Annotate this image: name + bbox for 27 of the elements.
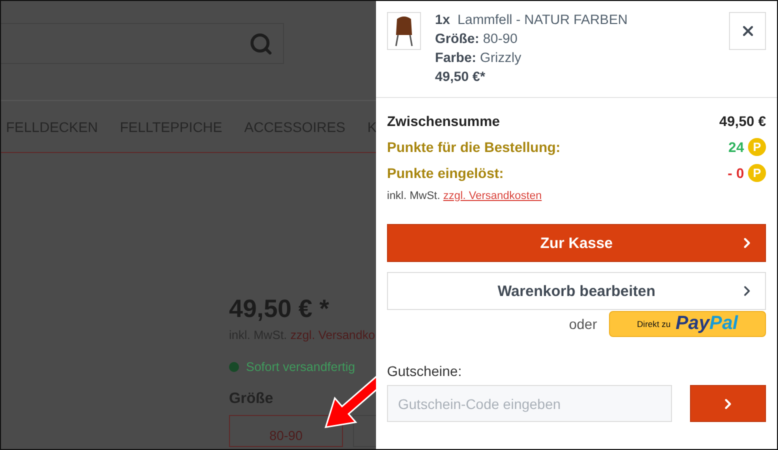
product-thumbnail [387,12,421,50]
summary-label: Zwischensumme [387,113,500,129]
summary-value: 24 [728,139,744,155]
voucher-submit-button[interactable] [690,385,766,422]
or-label: oder [568,316,597,332]
points-badge: P [748,138,766,156]
summary-value: 49,50 € [719,113,766,129]
summary-label: Punkte eingelöst: [387,165,504,181]
availability-text: Sofort versandfertig [246,360,356,374]
shipping-link[interactable]: zzgl. Versandkosten [443,190,542,202]
checkout-button[interactable]: Zur Kasse [387,224,766,262]
search-field[interactable] [1,23,284,64]
summary-label: Punkte für die Bestellung: [387,139,560,155]
search-icon[interactable] [249,32,273,56]
close-button[interactable] [729,12,766,50]
edit-cart-button[interactable]: Warenkorb bearbeiten [387,272,766,310]
item-title: 1x Lammfell - NATUR FARBEN [435,12,629,28]
summary-value: - 0 [728,165,744,181]
points-badge: P [748,164,766,182]
item-attribute: Größe: 80-90 [435,31,519,47]
status-dot [229,362,239,372]
item-price: 49,50 €* [435,69,486,85]
tax-note: inkl. MwSt. zzgl. Versandkosten [387,190,543,202]
voucher-label: Gutscheine: [387,363,463,379]
voucher-input-field[interactable]: Gutschein-Code eingeben [387,385,672,422]
paypal-button[interactable]: Direkt zu PayPal [609,311,766,337]
item-attribute: Farbe: Grizzly [435,50,522,66]
